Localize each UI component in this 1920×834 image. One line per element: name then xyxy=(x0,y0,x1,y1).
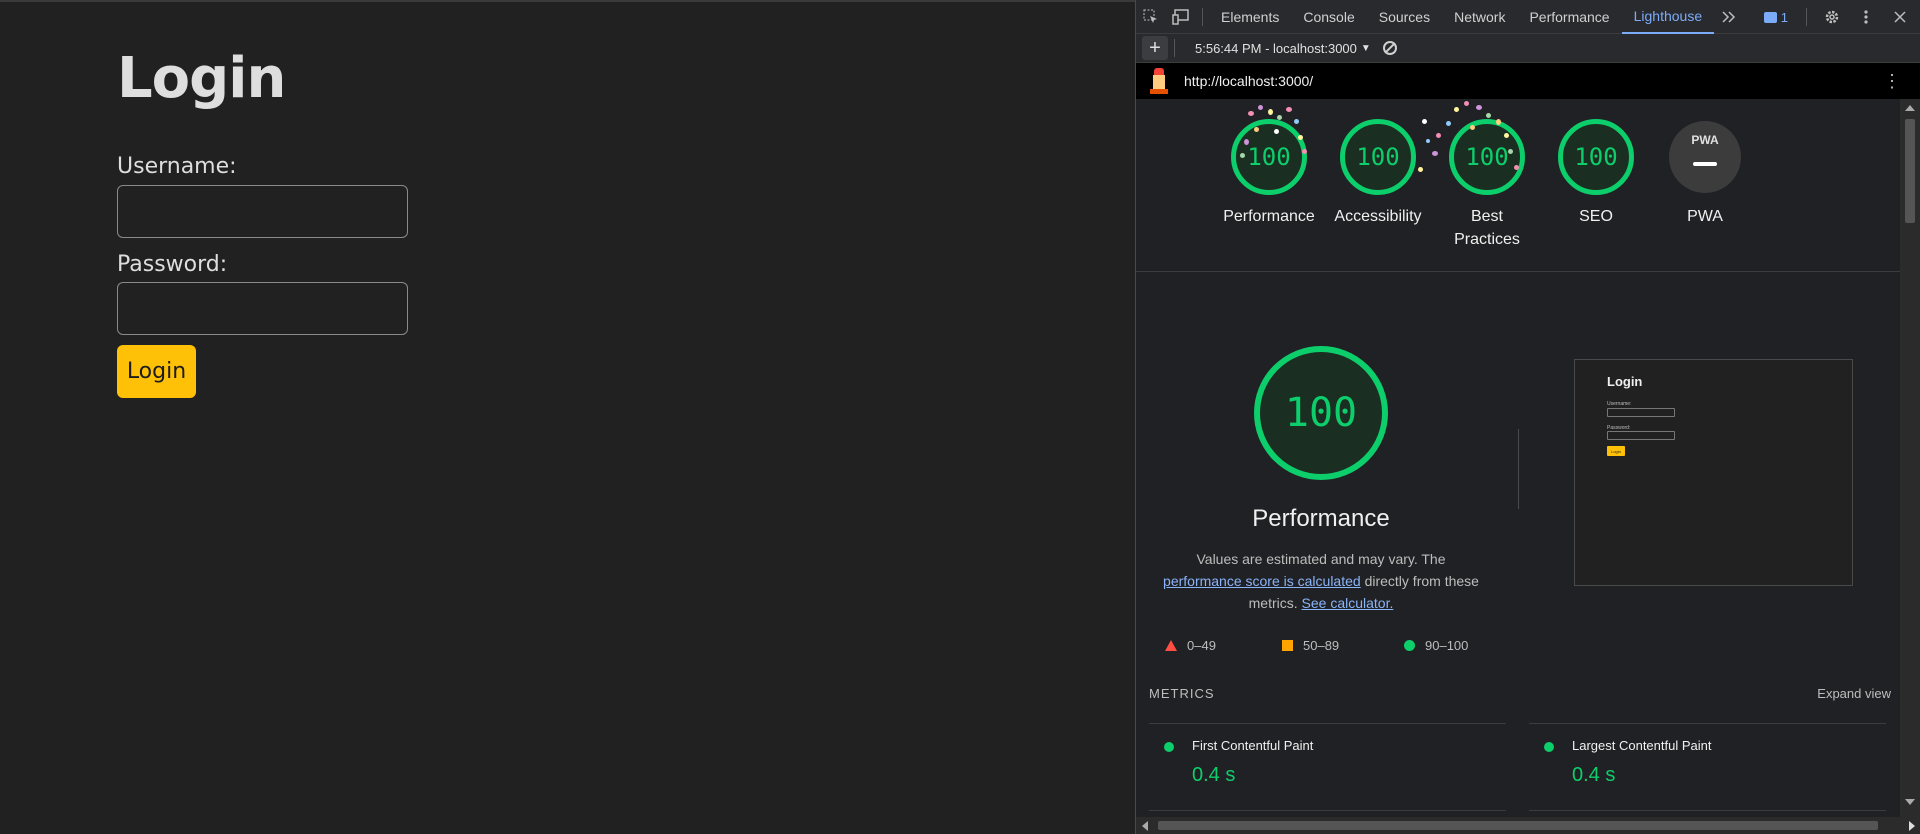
thumbnail-username-input xyxy=(1607,408,1675,417)
thumbnail-username-label: Username: xyxy=(1607,401,1632,407)
gauge-best-practices[interactable]: 100 Best Practices xyxy=(1432,119,1542,251)
tab-network[interactable]: Network xyxy=(1442,0,1517,34)
scroll-thumb[interactable] xyxy=(1905,119,1915,223)
gauge-accessibility[interactable]: 100 Accessibility xyxy=(1323,119,1433,228)
square-icon xyxy=(1282,640,1293,651)
metric-first-contentful-paint: First Contentful Paint 0.4 s xyxy=(1149,723,1506,811)
legend-fail: 0–49 xyxy=(1165,638,1216,653)
toolbar-separator xyxy=(1174,39,1175,57)
metric-value: 0.4 s xyxy=(1572,764,1616,786)
tab-console[interactable]: Console xyxy=(1291,0,1366,34)
report-selector[interactable]: 5:56:44 PM - localhost:3000 ▼ xyxy=(1195,41,1371,56)
toolbar-separator xyxy=(1806,8,1807,26)
gauge-score: 100 xyxy=(1449,119,1525,195)
devtools-panel: Elements Console Sources Network Perform… xyxy=(1135,0,1920,834)
login-page: Login Username: Password: Login xyxy=(0,0,1135,834)
page-title: Login xyxy=(117,46,286,111)
thumbnail-title: Login xyxy=(1607,374,1643,389)
tab-elements[interactable]: Elements xyxy=(1209,0,1291,34)
username-label: Username: xyxy=(117,154,237,179)
username-input[interactable] xyxy=(117,185,408,238)
scroll-up-arrow-icon[interactable] xyxy=(1905,105,1915,111)
metric-largest-contentful-paint: Largest Contentful Paint 0.4 s xyxy=(1529,723,1886,811)
scroll-left-arrow-icon[interactable] xyxy=(1142,821,1148,831)
scroll-down-arrow-icon[interactable] xyxy=(1905,799,1915,805)
pass-circle-icon xyxy=(1544,742,1554,752)
pass-circle-icon xyxy=(1164,742,1174,752)
gauge-label: SEO xyxy=(1579,208,1613,225)
performance-description: Values are estimated and may vary. The p… xyxy=(1163,551,1479,611)
close-icon[interactable] xyxy=(1885,0,1915,34)
issues-counter[interactable]: 1 xyxy=(1756,10,1796,25)
gauge-label: Best Practices xyxy=(1454,208,1520,248)
message-icon xyxy=(1763,11,1777,23)
report-url[interactable]: http://localhost:3000/ xyxy=(1184,73,1313,89)
metric-name: First Contentful Paint xyxy=(1192,738,1314,753)
device-toolbar-icon[interactable] xyxy=(1166,0,1196,34)
gauge-performance[interactable]: 100 Performance xyxy=(1214,119,1324,228)
final-screenshot[interactable]: Login Username: Password: Login xyxy=(1574,359,1853,586)
report-url-bar: http://localhost:3000/ ⋮ xyxy=(1136,63,1920,99)
category-gauges: 100 Performance 100 Accessibility 100 Be… xyxy=(1136,99,1901,272)
scroll-thumb[interactable] xyxy=(1158,821,1878,830)
triangle-icon xyxy=(1165,640,1177,651)
gauge-pwa[interactable]: PWA PWA xyxy=(1650,119,1760,228)
toolbar-separator xyxy=(1202,7,1203,26)
section-divider xyxy=(1518,429,1519,509)
thumbnail-login-button: Login xyxy=(1607,446,1625,456)
legend-average: 50–89 xyxy=(1282,638,1339,653)
tab-sources[interactable]: Sources xyxy=(1367,0,1442,34)
gauge-seo[interactable]: 100 SEO xyxy=(1541,119,1651,228)
kebab-menu-icon[interactable] xyxy=(1851,0,1881,34)
pwa-badge-icon: PWA xyxy=(1669,121,1741,193)
clear-reports-icon[interactable] xyxy=(1382,41,1397,55)
gauge-label: PWA xyxy=(1687,208,1723,225)
login-button[interactable]: Login xyxy=(117,345,196,398)
vertical-scrollbar[interactable] xyxy=(1900,99,1920,817)
dropdown-arrow-icon: ▼ xyxy=(1360,42,1371,54)
gauge-score: 100 xyxy=(1558,119,1634,195)
legend-pass: 90–100 xyxy=(1404,638,1468,653)
report-menu-icon[interactable]: ⋮ xyxy=(1883,71,1901,92)
see-calculator-link[interactable]: See calculator. xyxy=(1302,595,1394,611)
devtools-tabbar: Elements Console Sources Network Perform… xyxy=(1136,0,1920,34)
gauge-label: Accessibility xyxy=(1334,208,1422,225)
metric-name: Largest Contentful Paint xyxy=(1572,738,1712,753)
metrics-heading: METRICS xyxy=(1149,686,1215,701)
performance-title: Performance xyxy=(1252,505,1390,532)
report-selector-value: 5:56:44 PM - localhost:3000 xyxy=(1195,40,1357,56)
gear-icon[interactable] xyxy=(1817,0,1847,34)
gauge-label: Performance xyxy=(1223,208,1315,225)
issues-count: 1 xyxy=(1780,9,1788,25)
performance-score-link[interactable]: performance score is calculated xyxy=(1163,573,1361,589)
lighthouse-logo-icon xyxy=(1148,68,1170,94)
horizontal-scrollbar[interactable] xyxy=(1136,817,1920,834)
thumbnail-password-input xyxy=(1607,431,1675,440)
chevron-double-right-icon[interactable] xyxy=(1714,0,1744,34)
password-input[interactable] xyxy=(117,282,408,335)
gauge-score: 100 xyxy=(1340,119,1416,195)
metric-value: 0.4 s xyxy=(1192,764,1236,786)
circle-icon xyxy=(1404,640,1415,651)
password-label: Password: xyxy=(117,252,228,277)
performance-main-gauge: 100 xyxy=(1254,346,1388,480)
lighthouse-report: 100 Performance 100 Accessibility 100 Be… xyxy=(1136,99,1901,817)
scroll-right-arrow-icon[interactable] xyxy=(1909,821,1915,831)
new-report-button[interactable]: + xyxy=(1142,36,1168,60)
inspect-element-icon[interactable] xyxy=(1136,0,1166,34)
lighthouse-toolbar: + 5:56:44 PM - localhost:3000 ▼ xyxy=(1136,34,1920,63)
tab-performance[interactable]: Performance xyxy=(1517,0,1621,34)
expand-view-toggle[interactable]: Expand view xyxy=(1817,686,1891,701)
tab-lighthouse[interactable]: Lighthouse xyxy=(1621,0,1715,34)
